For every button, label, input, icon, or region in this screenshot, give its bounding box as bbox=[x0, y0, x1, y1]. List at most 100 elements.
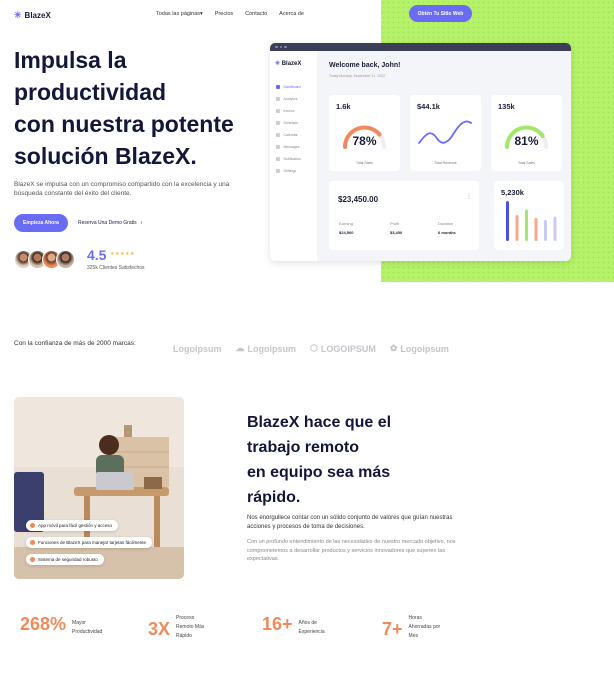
partner-logo: Logoipsum bbox=[173, 343, 222, 354]
book-demo-link[interactable]: Reserva Una Demo Gratis › bbox=[78, 220, 142, 226]
bars-card: 5,230k bbox=[494, 181, 564, 250]
get-website-button[interactable]: Obtén Tu Sitio Web bbox=[409, 5, 472, 22]
sales-gauge-card: 1.6k 78% Total Sales bbox=[329, 95, 400, 171]
bar-mark bbox=[515, 214, 519, 241]
stat-label: Mayor Productividad bbox=[72, 620, 103, 635]
stat-number: 7+ bbox=[382, 619, 403, 639]
more-options-icon[interactable]: ⋮ bbox=[466, 193, 472, 200]
remote-section-lead: Nos enorgullece contar con un sólido con… bbox=[247, 515, 453, 530]
cloud-logo-icon: ☁ bbox=[235, 343, 245, 353]
stat-label: Proceso Remoto Más Rápido bbox=[176, 615, 205, 639]
summary-value: $23,450.00 bbox=[338, 195, 379, 204]
summary-profit: Profit $3,450 bbox=[390, 221, 403, 235]
rating-value: 4.5 bbox=[87, 247, 107, 263]
remote-worker-illustration bbox=[14, 397, 184, 579]
bar-mark bbox=[534, 217, 538, 241]
dashboard-icon bbox=[276, 85, 280, 89]
satisfied-clients: 325k Clientes Satisfechos bbox=[87, 265, 145, 271]
stat-number: 16+ bbox=[262, 614, 293, 634]
nav-item-about[interactable]: Acerca de bbox=[279, 11, 304, 17]
start-now-button[interactable]: Empieza Ahora bbox=[14, 214, 68, 232]
sidebar-item-calendar[interactable]: Calendar bbox=[276, 133, 298, 137]
chevron-right-icon: › bbox=[140, 220, 143, 226]
flower-logo-icon: ✿ bbox=[389, 343, 398, 353]
card-label: Total Sales bbox=[517, 161, 536, 165]
welcome-heading: Welcome back, John! bbox=[329, 62, 401, 69]
hero-description: BlazeX se impulsa con un compromiso comp… bbox=[14, 181, 230, 197]
stat-experience: 16+ Años de Experiencia bbox=[262, 614, 325, 637]
sparkle-logo-icon: ✳ bbox=[14, 10, 22, 20]
main-nav: Todas las páginas▾ Precios Contacto Acer… bbox=[156, 11, 304, 17]
sidebar-item-invoice[interactable]: Invoice bbox=[276, 109, 295, 113]
stat-number: 268% bbox=[20, 614, 67, 634]
stat-label: Horas Ahorradas por Mes bbox=[408, 615, 441, 639]
feature-chip: Sistema de seguridad robusto bbox=[26, 554, 104, 565]
stat-remote-process: 3X Proceso Remoto Más Rápido bbox=[148, 614, 204, 641]
bar-chart bbox=[506, 201, 557, 241]
bar-mark bbox=[553, 216, 557, 241]
invoice-icon bbox=[276, 109, 280, 113]
sidebar-item-analytics[interactable]: Analytics bbox=[276, 97, 298, 101]
sidebar-item-settings[interactable]: Settings bbox=[276, 169, 296, 173]
revenue-trend-line bbox=[418, 120, 472, 144]
card-label: Total Revenue bbox=[434, 161, 457, 165]
remote-section-title: BlazeX hace que el trabajo remoto en equ… bbox=[247, 414, 392, 506]
bar-mark bbox=[544, 220, 547, 241]
summary-duration: Duration 6 months bbox=[438, 221, 456, 235]
calendar-icon bbox=[276, 133, 280, 137]
stat-productivity: 268% Mayor Productividad bbox=[20, 614, 102, 637]
partner-logos: Logoipsum ☁ Logoipsum ⬡ LOGOIPSUM ✿ Logoips… bbox=[173, 343, 449, 354]
nav-item-contact[interactable]: Contacto bbox=[245, 11, 267, 17]
remote-worker-photo bbox=[14, 397, 184, 579]
trusted-by-text: Con la confianza de más de 2000 marcas: bbox=[14, 340, 136, 347]
gauge-chart bbox=[505, 125, 548, 149]
remote-section-body: Con un profundo entendimiento de las nec… bbox=[247, 539, 456, 562]
gear-icon bbox=[276, 169, 280, 173]
bell-icon bbox=[276, 157, 280, 161]
check-circle-icon bbox=[30, 540, 35, 545]
messages-icon bbox=[276, 145, 280, 149]
gauge-percent: 81% bbox=[514, 134, 539, 148]
avatar bbox=[56, 250, 75, 269]
check-circle-icon bbox=[30, 557, 35, 562]
bar-mark bbox=[525, 209, 528, 241]
hero-title: Impulsa la productividad con nuestra pot… bbox=[14, 47, 234, 169]
sales-gauge-card: 135k 81% Total Sales bbox=[491, 95, 562, 171]
feature-chip: App móvil para fácil gestión y acceso bbox=[26, 520, 119, 531]
brand-logo[interactable]: ✳ BlazeX bbox=[14, 10, 51, 21]
feature-chip: Funciones de BlazeX para manejar tarjeta… bbox=[26, 537, 153, 548]
partner-logo: ☁ Logoipsum bbox=[235, 343, 297, 354]
gauge-percent: 78% bbox=[352, 134, 377, 148]
schedule-icon bbox=[276, 121, 280, 125]
sidebar-item-dashboard[interactable]: Dashboard bbox=[276, 85, 301, 89]
stat-number: 3X bbox=[148, 619, 171, 639]
revenue-line-chart bbox=[418, 120, 472, 144]
star-rating-icon: ★★★★★ bbox=[110, 251, 135, 257]
nav-item-all-pages[interactable]: Todas las páginas▾ bbox=[156, 11, 203, 17]
customer-avatars bbox=[14, 250, 75, 269]
bar-mark bbox=[506, 201, 509, 241]
summary-earning: Earning $24,560 bbox=[339, 221, 354, 235]
card-label: Total Sales bbox=[355, 161, 374, 165]
gauge-chart bbox=[343, 125, 386, 149]
check-circle-icon bbox=[30, 523, 35, 528]
partner-logo: ✿ Logoipsum bbox=[389, 343, 449, 354]
brand-name: BlazeX bbox=[24, 11, 51, 20]
summary-card: $23,450.00 ⋮ Earning $24,560 Profit $3,450… bbox=[329, 181, 479, 250]
chevron-down-icon: ▾ bbox=[200, 11, 203, 17]
dashboard-sidebar: ✳ BlazeX Dashboard Analytics Invoice Sch… bbox=[270, 51, 317, 261]
sidebar-item-schedule[interactable]: Schedule bbox=[276, 121, 298, 125]
window-titlebar bbox=[270, 43, 571, 51]
stat-hours-saved: 7+ Horas Ahorradas por Mes bbox=[382, 614, 440, 641]
nav-item-pricing[interactable]: Precios bbox=[215, 11, 233, 17]
revenue-card: $44.1k Total Revenue bbox=[410, 95, 481, 171]
dashboard-mockup: ✳ BlazeX Dashboard Analytics Invoice Sch… bbox=[270, 43, 571, 261]
sidebar-item-messages[interactable]: Messages bbox=[276, 145, 299, 149]
sidebar-item-notification[interactable]: Notification bbox=[276, 157, 301, 161]
dashboard-logo: ✳ BlazeX bbox=[275, 61, 302, 67]
partner-logo: ⬡ LOGOIPSUM bbox=[310, 343, 376, 354]
analytics-icon bbox=[276, 97, 280, 101]
sparkle-logo-icon: ✳ bbox=[275, 61, 281, 67]
stat-label: Años de Experiencia bbox=[298, 620, 325, 635]
shield-logo-icon: ⬡ bbox=[310, 343, 318, 353]
